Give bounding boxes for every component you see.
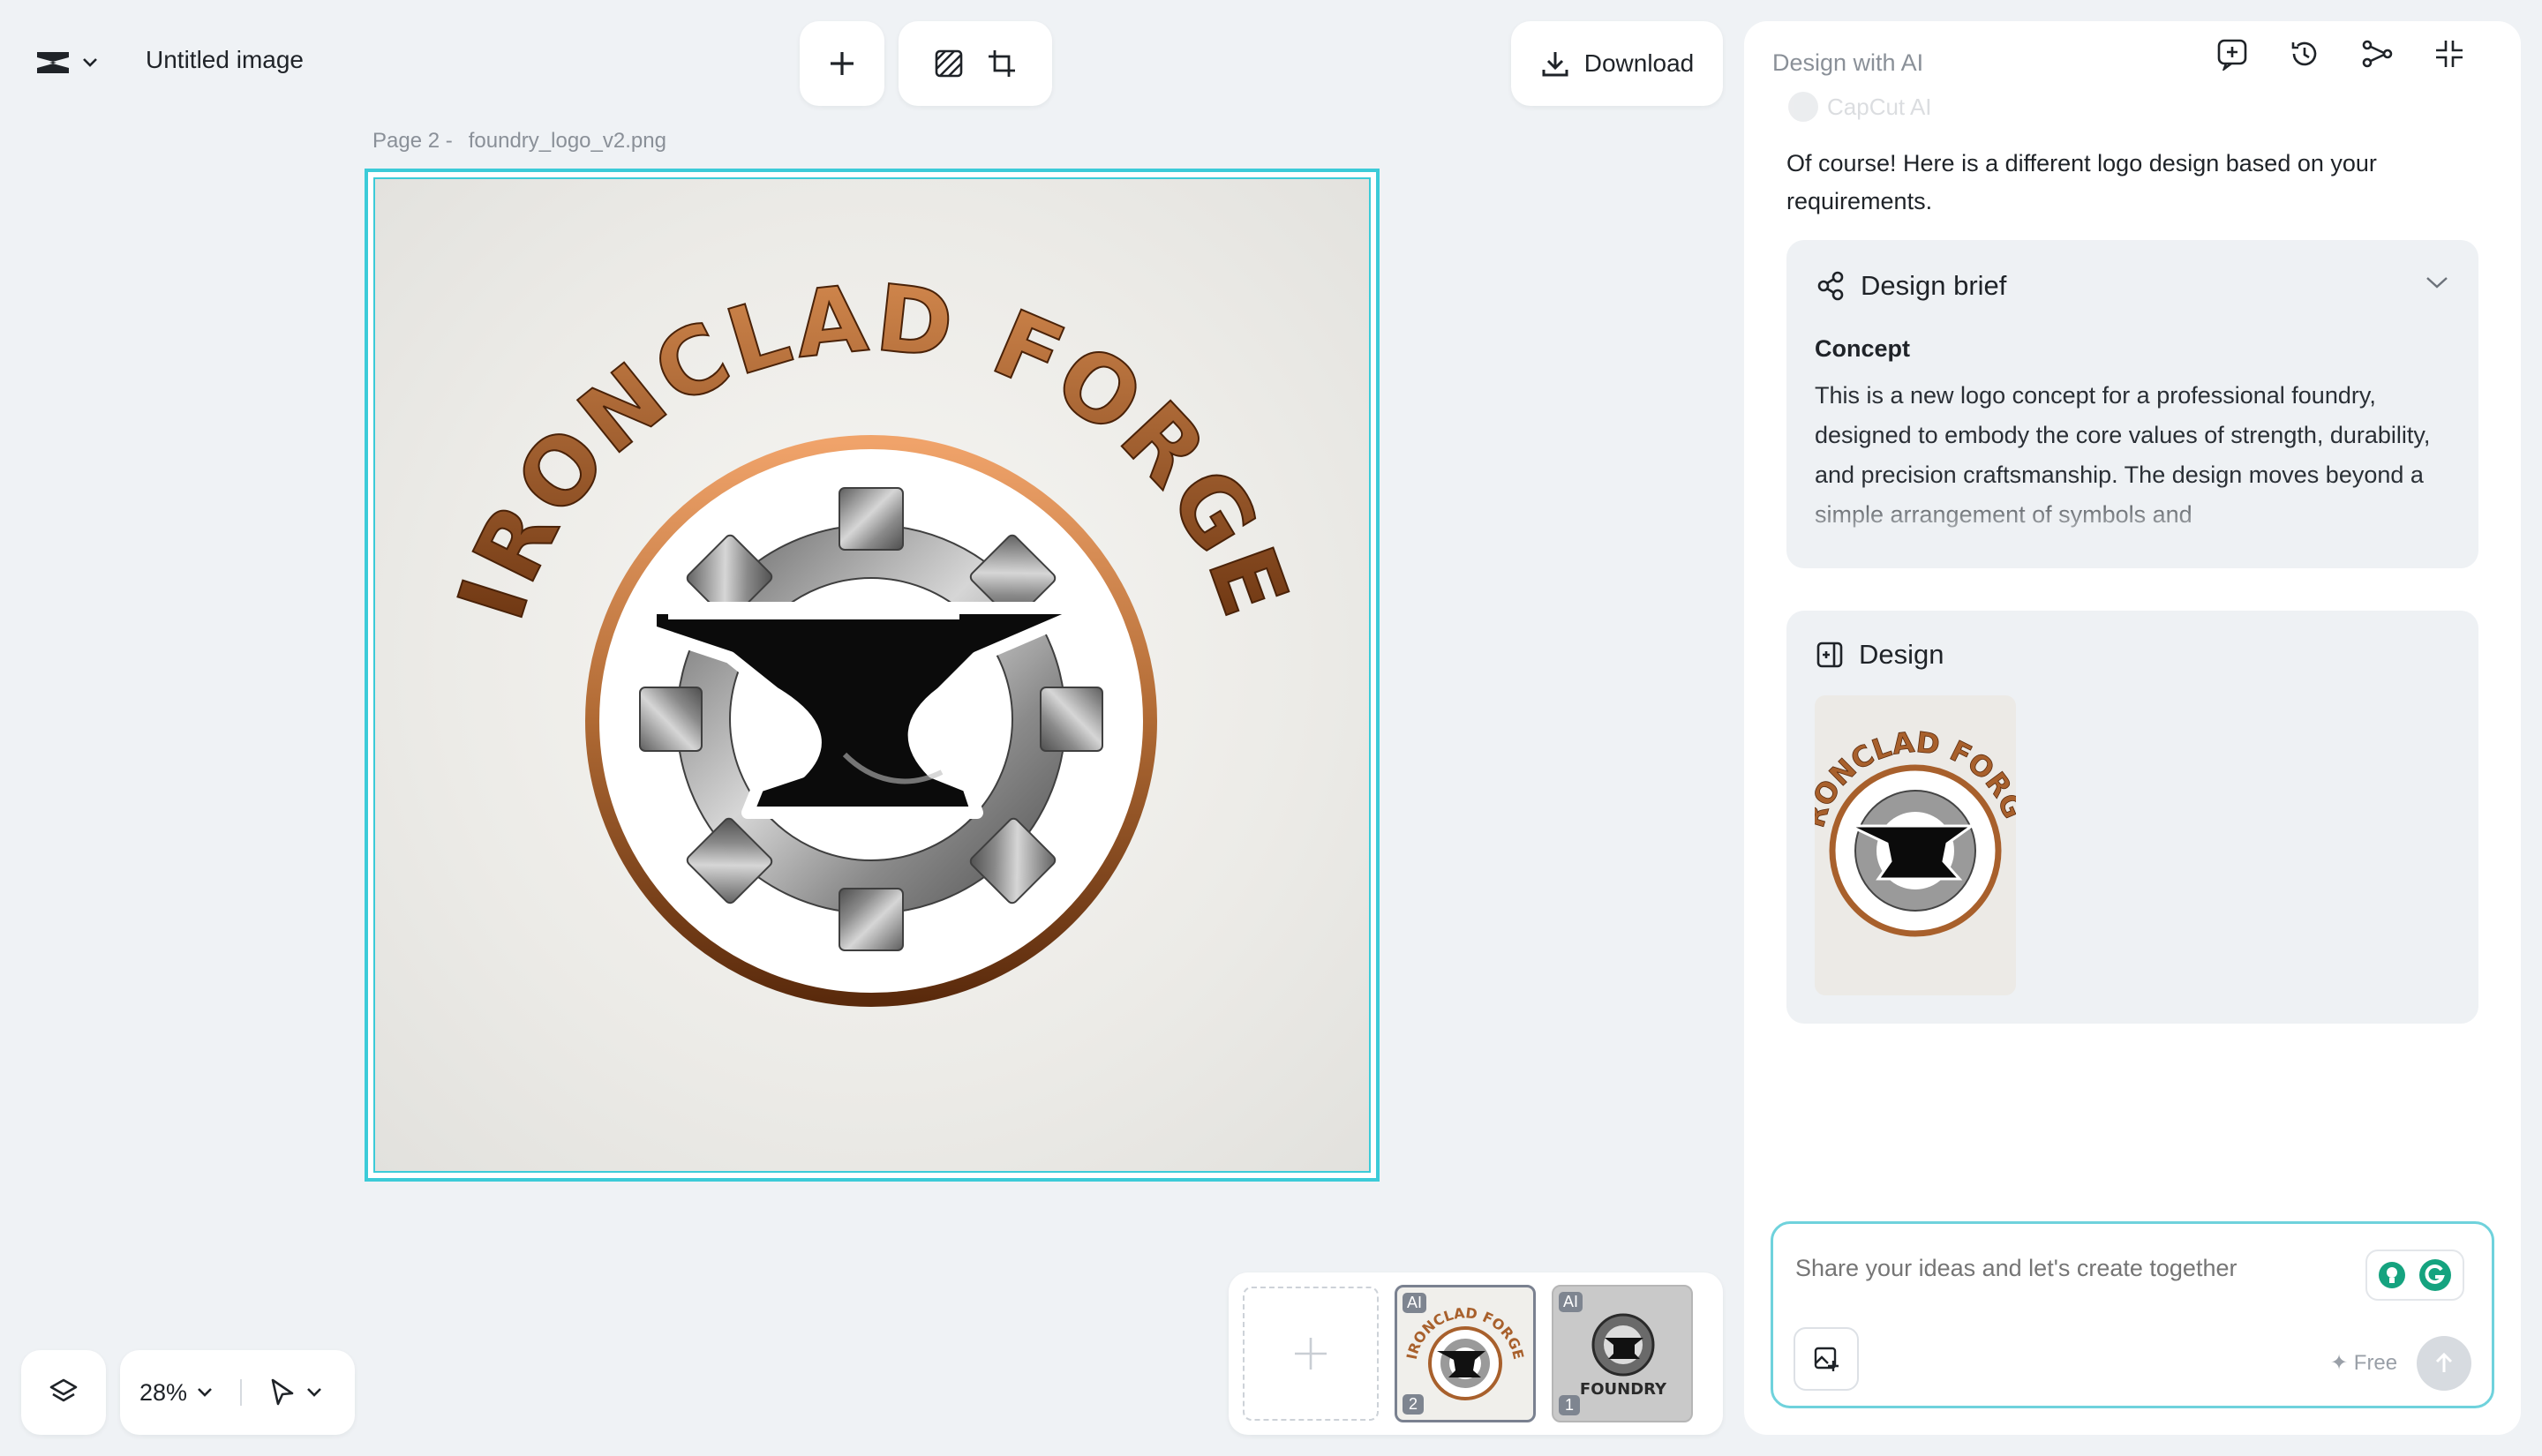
- design-panel-icon: [1815, 640, 1845, 670]
- layers-icon: [48, 1377, 79, 1408]
- divider: [240, 1379, 243, 1406]
- design-brief-title: Design brief: [1861, 270, 2007, 301]
- concept-heading: Concept: [1815, 335, 1910, 362]
- panel-title: Design with AI: [1772, 49, 1924, 76]
- plus-icon: [827, 49, 857, 79]
- brief-network-icon: [1815, 270, 1846, 302]
- capcut-logo-icon: [34, 47, 72, 79]
- page-thumbnail-2[interactable]: IRONCLAD FORGE AI 2: [1395, 1285, 1536, 1422]
- design-title: Design: [1859, 639, 1944, 670]
- brief-chevron-down-icon[interactable]: [2424, 274, 2450, 291]
- page-number-label: Page 2 -: [372, 129, 453, 153]
- canvas-tools-group: [899, 21, 1052, 106]
- design-header: Design: [1815, 639, 1944, 671]
- ai-sender: CapCut AI: [1788, 92, 1965, 122]
- tool-chevron-down-icon[interactable]: [305, 1386, 323, 1399]
- pointer-tool-icon[interactable]: [268, 1377, 297, 1407]
- new-chat-icon[interactable]: [2215, 37, 2249, 71]
- document-title[interactable]: Untitled image: [146, 46, 304, 74]
- canvas-image[interactable]: IRONCLAD FORGE: [373, 177, 1371, 1173]
- add-button[interactable]: [800, 21, 884, 106]
- download-icon: [1540, 49, 1570, 79]
- canvas-selection-frame[interactable]: IRONCLAD FORGE: [365, 169, 1380, 1182]
- history-icon[interactable]: [2288, 37, 2321, 71]
- concept-text: This is a new logo concept for a profess…: [1815, 382, 2431, 528]
- app-menu-button[interactable]: [34, 41, 113, 85]
- ai-badge: AI: [1403, 1293, 1427, 1313]
- grammarly-icon[interactable]: [2418, 1257, 2453, 1293]
- design-brief-header[interactable]: Design brief: [1815, 270, 2006, 302]
- page-number-badge: 2: [1403, 1394, 1425, 1415]
- resize-canvas-icon[interactable]: [986, 48, 1018, 79]
- prompt-input[interactable]: [1795, 1255, 2343, 1282]
- collapse-icon[interactable]: [2433, 37, 2466, 71]
- svg-text:FOUNDRY: FOUNDRY: [1580, 1380, 1667, 1399]
- download-label: Download: [1583, 49, 1695, 77]
- chevron-down-icon: [81, 56, 99, 69]
- page-number-badge: 1: [1559, 1395, 1581, 1415]
- idea-bulb-icon[interactable]: [2377, 1260, 2407, 1290]
- send-button[interactable]: [2417, 1336, 2471, 1391]
- pages-strip: IRONCLAD FORGE AI 2 FOUNDRY AI 1: [1229, 1272, 1723, 1435]
- panel-header-actions: [2215, 37, 2466, 71]
- share-branch-icon[interactable]: [2360, 37, 2394, 71]
- ai-message: Of course! Here is a different logo desi…: [1786, 150, 2377, 214]
- ai-sender-name: CapCut AI: [1827, 93, 1932, 120]
- design-result-thumbnail[interactable]: IRONCLAD FORGE: [1815, 695, 2016, 995]
- page-thumbnail-1[interactable]: FOUNDRY AI 1: [1552, 1285, 1693, 1422]
- page-filename: foundry_logo_v2.png: [468, 129, 666, 153]
- ai-avatar: [1788, 92, 1818, 122]
- background-pattern-icon[interactable]: [933, 48, 965, 79]
- download-button[interactable]: Download: [1511, 21, 1723, 106]
- page-label: Page 2 - foundry_logo_v2.png: [372, 129, 682, 154]
- image-add-icon: [1813, 1346, 1839, 1372]
- ai-badge: AI: [1559, 1292, 1583, 1312]
- add-page-button[interactable]: [1243, 1287, 1379, 1421]
- zoom-controls: 28%: [120, 1350, 355, 1435]
- upload-image-button[interactable]: [1794, 1327, 1859, 1391]
- arrow-up-icon: [2433, 1351, 2456, 1376]
- logo-artwork: IRONCLAD FORGE: [436, 263, 1307, 1007]
- zoom-level[interactable]: 28%: [139, 1379, 187, 1407]
- extension-icons: [2365, 1250, 2464, 1301]
- free-label: ✦ Free: [2330, 1351, 2398, 1375]
- layers-button[interactable]: [21, 1350, 106, 1435]
- plus-icon: [1291, 1334, 1330, 1373]
- design-result-image: IRONCLAD FORGE: [1815, 695, 2016, 937]
- zoom-chevron-down-icon[interactable]: [196, 1386, 214, 1399]
